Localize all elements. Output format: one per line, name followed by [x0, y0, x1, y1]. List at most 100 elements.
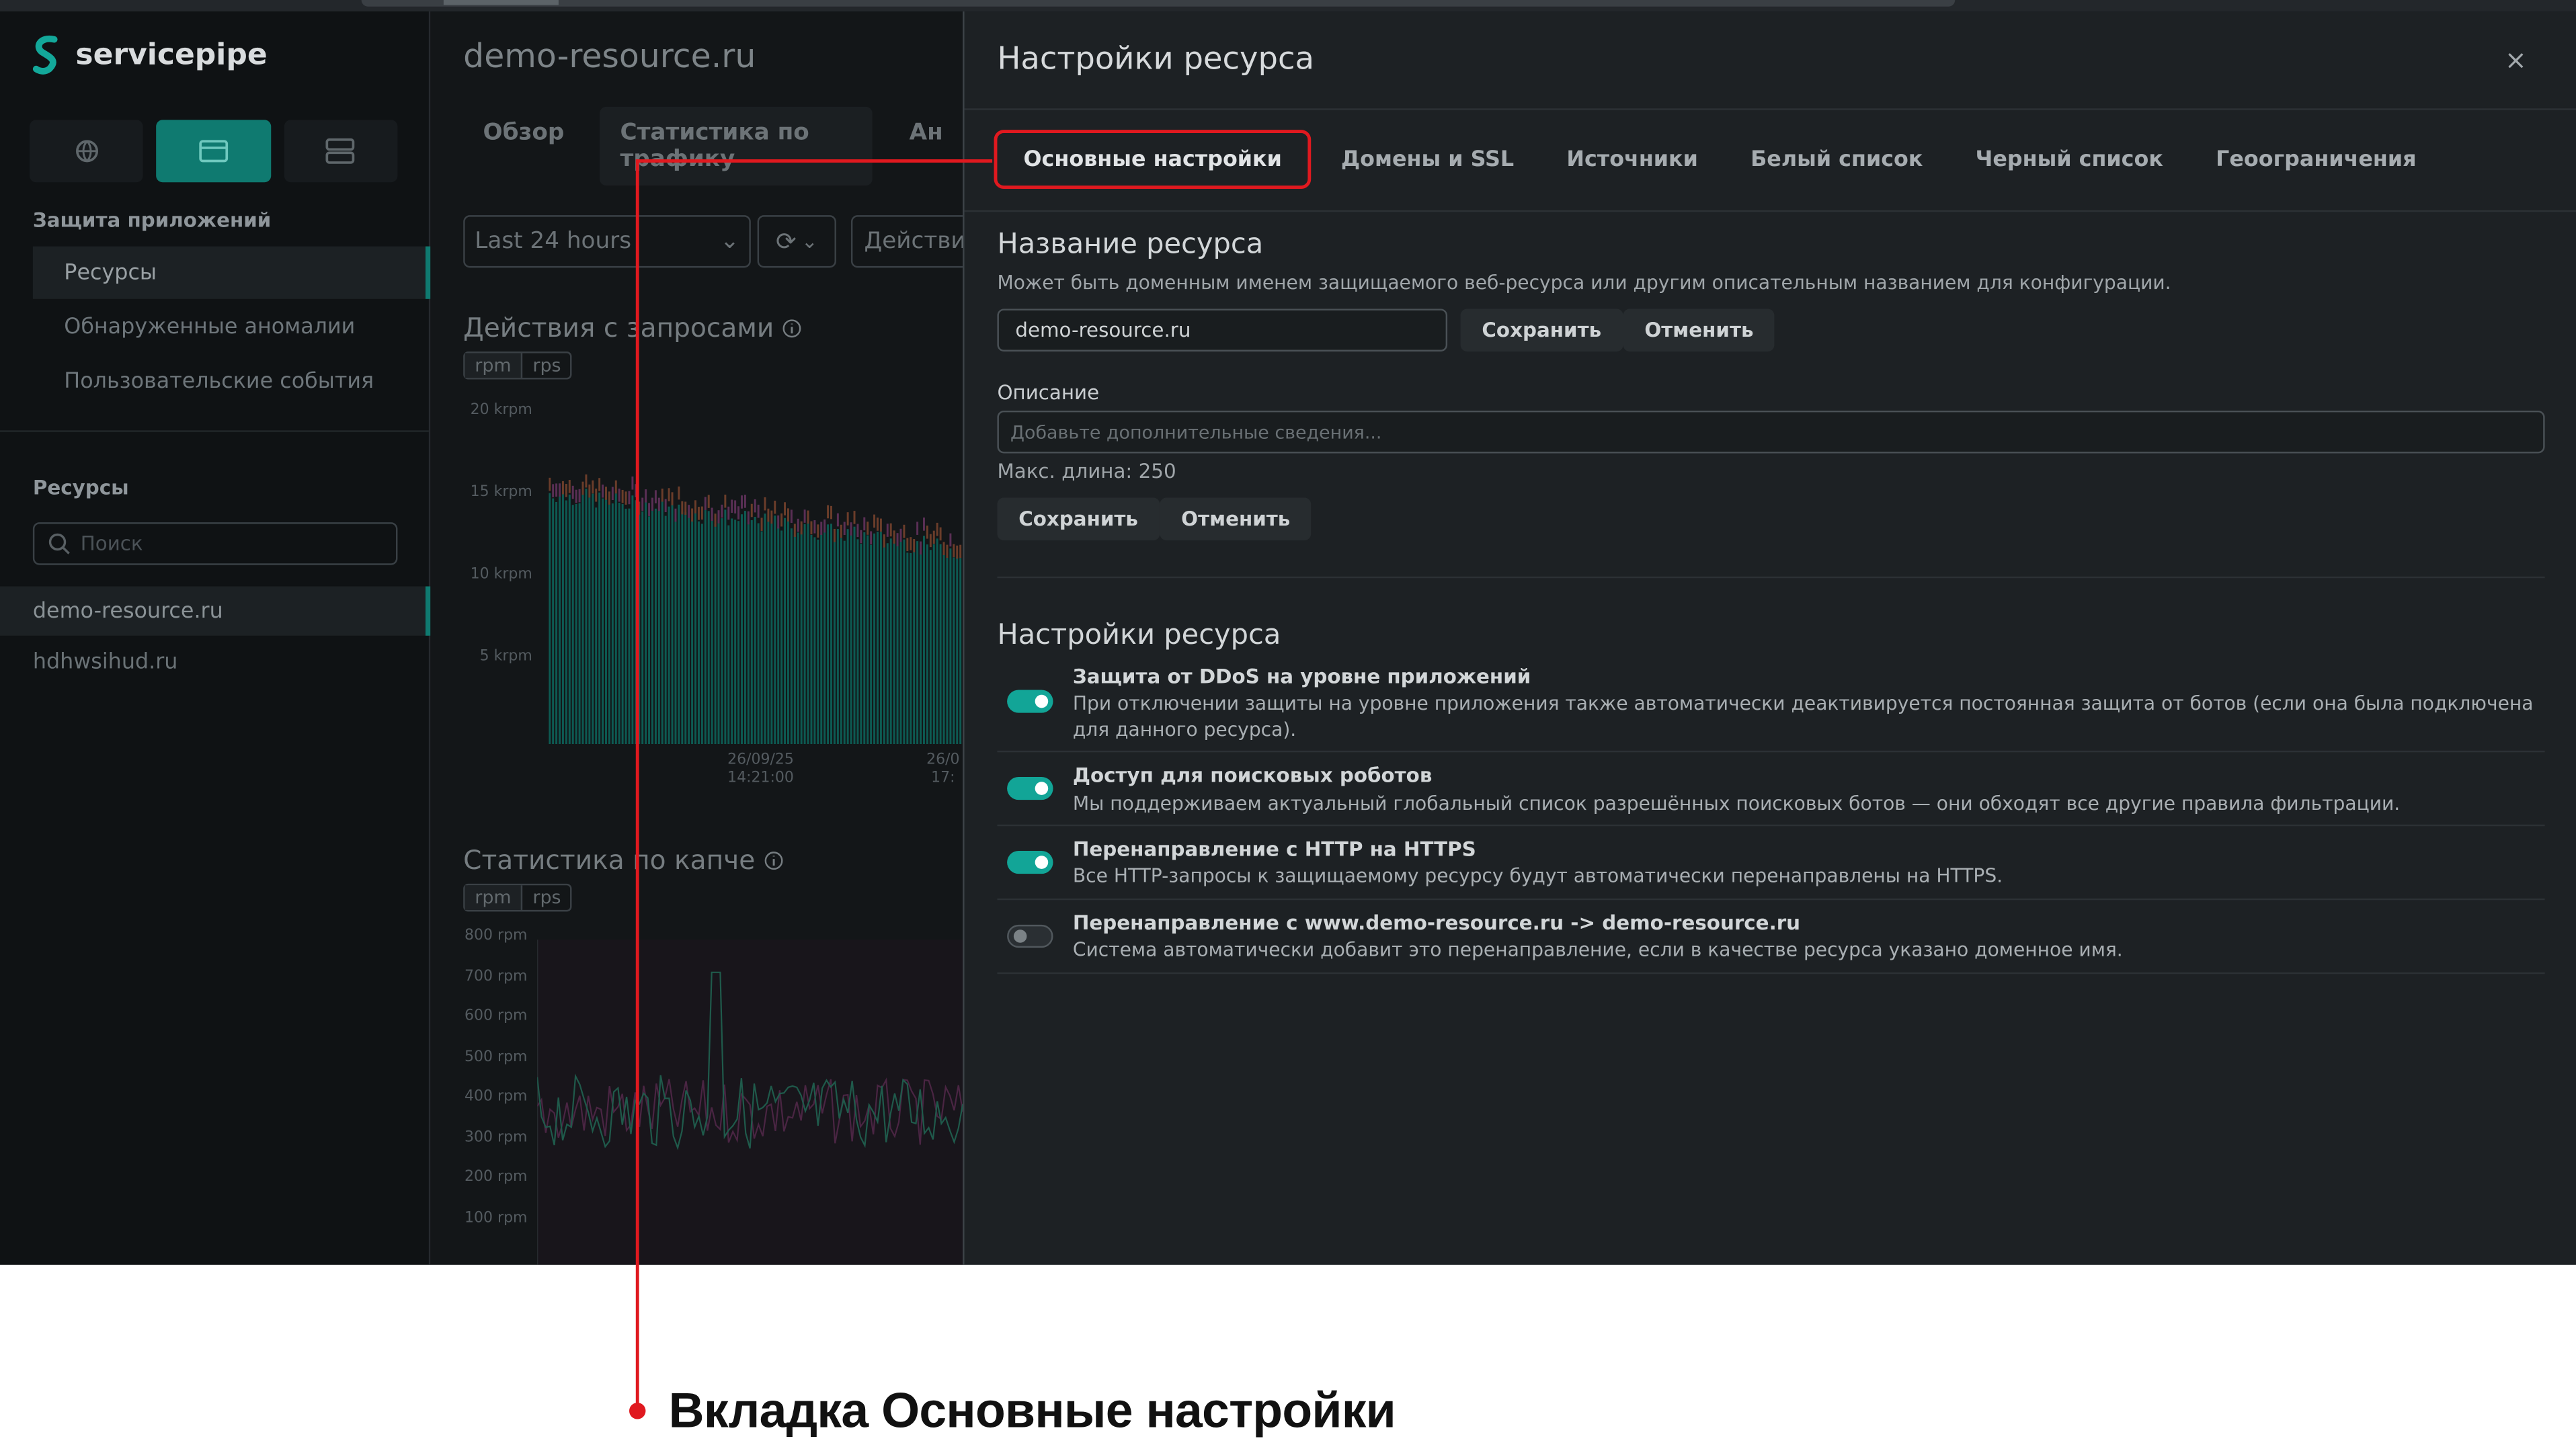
browser-strip [0, 0, 2576, 12]
tab-blacklist[interactable]: Черный список [1949, 130, 2189, 189]
description-input[interactable]: Добавьте дополнительные сведения... [997, 410, 2545, 454]
bar-segment-top [793, 524, 796, 537]
www-redirect-toggle[interactable] [1007, 924, 1053, 948]
bar-segment [800, 531, 803, 745]
bar-segment [625, 508, 627, 745]
unit-rpm-button[interactable]: rpm [465, 353, 523, 378]
bar-segment-top [727, 506, 730, 520]
bar-segment [704, 510, 707, 745]
bar-segment-top [555, 483, 558, 497]
monitoring-section-button[interactable] [29, 120, 144, 183]
https-redirect-toggle[interactable] [1007, 850, 1053, 874]
tab-geo-restrictions[interactable]: Геоограничения [2189, 130, 2443, 189]
x-tick: 26/0 17: [926, 752, 960, 787]
setting-desc: Система автоматически добавит это перена… [1072, 938, 2123, 961]
bar-segment-top [800, 521, 803, 535]
bar-segment [743, 511, 746, 745]
bar-segment [750, 520, 753, 745]
infrastructure-section-button[interactable] [283, 120, 398, 183]
resource-search-input[interactable]: Поиск [32, 522, 398, 565]
unit-rps-button[interactable]: rps [523, 353, 571, 378]
app-protection-section-button[interactable] [156, 120, 271, 183]
callout-caption: Вкладка Основные настройки [668, 1384, 1396, 1439]
ddos-protection-toggle[interactable] [1007, 690, 1053, 713]
bar-segment [621, 504, 624, 745]
bar-segment [886, 543, 889, 745]
actions-select[interactable]: Действия [850, 215, 963, 268]
bar-segment [559, 496, 561, 745]
bar-segment [810, 534, 813, 745]
bar-segment [571, 505, 574, 745]
bar-segment-top [628, 491, 631, 505]
globe-shield-icon [75, 140, 98, 163]
app-protection-heading: Защита приложений [32, 208, 272, 232]
bar-segment [867, 535, 869, 745]
bar-segment-top [780, 513, 783, 527]
bar-segment-top [836, 513, 839, 527]
sidebar-item-anomalies[interactable]: Обнаруженные аномалии [33, 300, 430, 353]
bar-segment [906, 552, 909, 745]
bar-segment-top [549, 477, 551, 491]
bar-segment-top [893, 530, 895, 544]
save-description-button[interactable]: Сохранить [997, 497, 1160, 541]
tab-general-settings[interactable]: Основные настройки [994, 130, 1312, 190]
bar-segment [916, 541, 919, 745]
cancel-description-button[interactable]: Отменить [1160, 497, 1312, 541]
bar-segment [757, 523, 760, 745]
bar-segment-top [860, 530, 862, 544]
bar-segment [552, 498, 555, 745]
setting-desc: Все HTTP-запросы к защищаемому ресурсу б… [1072, 864, 2003, 887]
callout-line-vertical [635, 159, 639, 1411]
tab-domains-ssl[interactable]: Домены и SSL [1315, 130, 1541, 189]
unit-rpm-button[interactable]: rpm [465, 885, 523, 910]
bar-segment-top [877, 518, 879, 531]
bar-segment-top [571, 485, 574, 499]
bar-segment [889, 538, 892, 745]
period-value: Last 24 hours [475, 228, 632, 255]
tab-analytics[interactable]: Ан [889, 107, 963, 185]
tab-traffic-stats[interactable]: Статистика по трафику [600, 106, 873, 186]
bar-segment [727, 525, 730, 745]
tab-sources[interactable]: Источники [1540, 130, 1724, 189]
resource-item-hdhwsihud[interactable]: hdhwsihud.ru [0, 637, 430, 686]
period-select[interactable]: Last 24 hours ⌄ [463, 215, 751, 268]
panel-tabs: Основные настройки Домены и SSL Источник… [994, 130, 2443, 190]
bar-segment [555, 501, 558, 745]
brand-logo[interactable]: servicepipe [30, 33, 268, 76]
sidebar-item-resources[interactable]: Ресурсы [32, 246, 431, 299]
bar-segment [946, 556, 949, 745]
save-name-button[interactable]: Сохранить [1460, 308, 1623, 352]
tab-whitelist[interactable]: Белый список [1724, 130, 1949, 189]
bar-segment-top [790, 509, 793, 523]
bar-segment [654, 508, 657, 745]
bar-segment-top [588, 484, 591, 498]
bar-segment [657, 509, 660, 745]
bar-segment [608, 502, 610, 745]
bar-segment-top [896, 533, 899, 546]
bar-segment [913, 552, 916, 745]
resource-item-demo[interactable]: demo-resource.ru [0, 586, 431, 636]
bar-segment [899, 540, 902, 745]
bar-segment-top [681, 501, 684, 515]
bar-segment-top [863, 517, 866, 531]
sidebar-item-user-events[interactable]: Пользовательские события [33, 355, 430, 407]
tab-overview[interactable]: Обзор [463, 107, 584, 185]
bar-segment [674, 518, 677, 745]
cancel-name-button[interactable]: Отменить [1623, 308, 1775, 352]
search-bots-toggle[interactable] [1007, 776, 1053, 800]
info-icon[interactable] [764, 850, 783, 870]
bar-segment [605, 497, 607, 745]
info-icon[interactable] [782, 318, 801, 337]
bar-segment [803, 524, 806, 745]
bar-segment [691, 520, 694, 745]
resource-name-input[interactable]: demo-resource.ru [997, 308, 1448, 352]
bar-segment-top [631, 476, 634, 490]
unit-rps-button[interactable]: rps [523, 885, 571, 910]
description-label: Описание [997, 380, 1100, 405]
bar-segment-top [559, 483, 561, 497]
refresh-button[interactable]: ⟳ ⌄ [757, 215, 836, 268]
requests-bar-chart [549, 474, 962, 745]
bar-segment-top [608, 491, 610, 505]
close-icon[interactable]: × [2505, 44, 2527, 75]
bar-segment [618, 503, 620, 745]
